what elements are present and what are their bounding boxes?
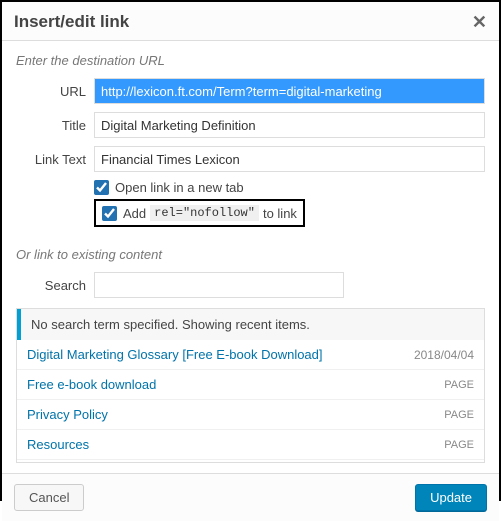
result-meta: PAGE: [444, 379, 474, 391]
newtab-label: Open link in a new tab: [115, 180, 244, 195]
url-label: URL: [16, 84, 94, 99]
result-meta: PAGE: [444, 439, 474, 451]
result-item[interactable]: Resources PAGE: [17, 430, 484, 460]
search-input[interactable]: [94, 272, 344, 298]
result-title: Privacy Policy: [27, 407, 108, 422]
nofollow-suffix: to link: [263, 206, 297, 221]
title-label: Title: [16, 118, 94, 133]
cancel-button[interactable]: Cancel: [14, 484, 84, 511]
results-message: No search term specified. Showing recent…: [17, 309, 484, 340]
dialog-header: Insert/edit link ✕: [2, 2, 499, 41]
result-title: Digital Marketing Glossary [Free E-book …: [27, 347, 323, 362]
result-item[interactable]: Privacy Policy PAGE: [17, 400, 484, 430]
result-item[interactable]: Free e-book download PAGE: [17, 370, 484, 400]
nofollow-prefix: Add: [123, 206, 146, 221]
linktext-label: Link Text: [16, 152, 94, 167]
section-url-label: Enter the destination URL: [16, 53, 485, 68]
nofollow-code: rel="nofollow": [150, 205, 259, 221]
linktext-row: Link Text: [16, 146, 485, 172]
close-icon[interactable]: ✕: [472, 13, 487, 31]
update-button[interactable]: Update: [415, 484, 487, 511]
title-input[interactable]: [94, 112, 485, 138]
result-item[interactable]: Digital Marketing Glossary [Free E-book …: [17, 340, 484, 370]
result-title: Free e-book download: [27, 377, 156, 392]
dialog-footer: Cancel Update: [2, 473, 499, 521]
result-meta: 2018/04/04: [414, 348, 474, 362]
search-row: Search: [16, 272, 485, 298]
newtab-row: Open link in a new tab: [94, 180, 485, 195]
url-input[interactable]: [94, 78, 485, 104]
nofollow-row: Add rel="nofollow" to link: [94, 199, 305, 227]
nofollow-checkbox[interactable]: [102, 206, 117, 221]
section-existing-label: Or link to existing content: [16, 247, 485, 262]
existing-section: Or link to existing content Search No se…: [16, 247, 485, 463]
results-box[interactable]: No search term specified. Showing recent…: [16, 308, 485, 463]
result-meta: PAGE: [444, 409, 474, 421]
dialog-body: Enter the destination URL URL Title Link…: [2, 41, 499, 473]
result-title: Resources: [27, 437, 89, 452]
search-label: Search: [16, 278, 94, 293]
dialog-title: Insert/edit link: [14, 12, 129, 32]
newtab-checkbox[interactable]: [94, 180, 109, 195]
linktext-input[interactable]: [94, 146, 485, 172]
url-row: URL: [16, 78, 485, 104]
title-row: Title: [16, 112, 485, 138]
